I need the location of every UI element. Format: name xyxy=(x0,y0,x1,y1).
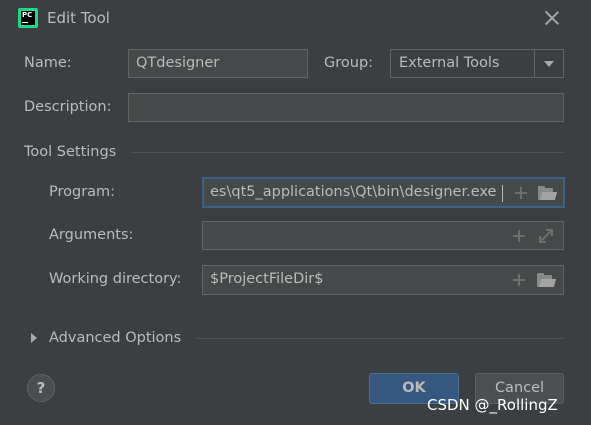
program-input-value: es\qt5_applications\Qt\bin\designer.exe xyxy=(210,184,497,200)
name-label: Name: xyxy=(24,55,72,71)
section-divider xyxy=(131,152,564,153)
folder-icon[interactable] xyxy=(537,273,557,287)
name-input-value: QTdesigner xyxy=(136,55,220,71)
help-button[interactable]: ? xyxy=(27,374,55,402)
group-combobox[interactable]: External Tools xyxy=(390,49,564,78)
pycharm-icon: PC xyxy=(18,8,38,28)
arguments-label: Arguments: xyxy=(49,227,134,243)
description-input[interactable] xyxy=(128,93,564,122)
tool-settings-heading: Tool Settings xyxy=(24,144,117,160)
title-bar: PC Edit Tool xyxy=(0,0,591,36)
group-label: Group: xyxy=(324,55,374,71)
arguments-input[interactable] xyxy=(202,221,564,250)
program-input[interactable]: es\qt5_applications\Qt\bin\designer.exe xyxy=(202,177,565,208)
watermark: CSDN @_RollingZ xyxy=(427,396,558,414)
chevron-right-icon[interactable] xyxy=(31,333,37,343)
working-directory-label: Working directory: xyxy=(49,271,182,287)
chevron-down-icon[interactable] xyxy=(534,50,563,77)
plus-icon[interactable] xyxy=(513,230,525,242)
group-combobox-value: External Tools xyxy=(399,55,500,71)
section-divider xyxy=(196,338,564,339)
edit-tool-dialog: PC Edit Tool Name: QTdesigner Group: Ext… xyxy=(0,0,591,425)
working-directory-input-value: $ProjectFileDir$ xyxy=(210,271,324,287)
working-directory-input[interactable]: $ProjectFileDir$ xyxy=(202,265,564,295)
description-label: Description: xyxy=(24,99,112,115)
expand-icon[interactable] xyxy=(539,229,553,243)
plus-icon[interactable] xyxy=(513,274,525,286)
advanced-options-toggle[interactable]: Advanced Options xyxy=(49,330,181,346)
plus-icon[interactable] xyxy=(515,187,527,199)
dialog-title: Edit Tool xyxy=(47,9,110,27)
name-input[interactable]: QTdesigner xyxy=(128,49,308,78)
close-icon[interactable] xyxy=(543,9,561,27)
program-label: Program: xyxy=(49,184,116,200)
folder-icon[interactable] xyxy=(538,186,558,200)
text-cursor xyxy=(502,185,503,202)
